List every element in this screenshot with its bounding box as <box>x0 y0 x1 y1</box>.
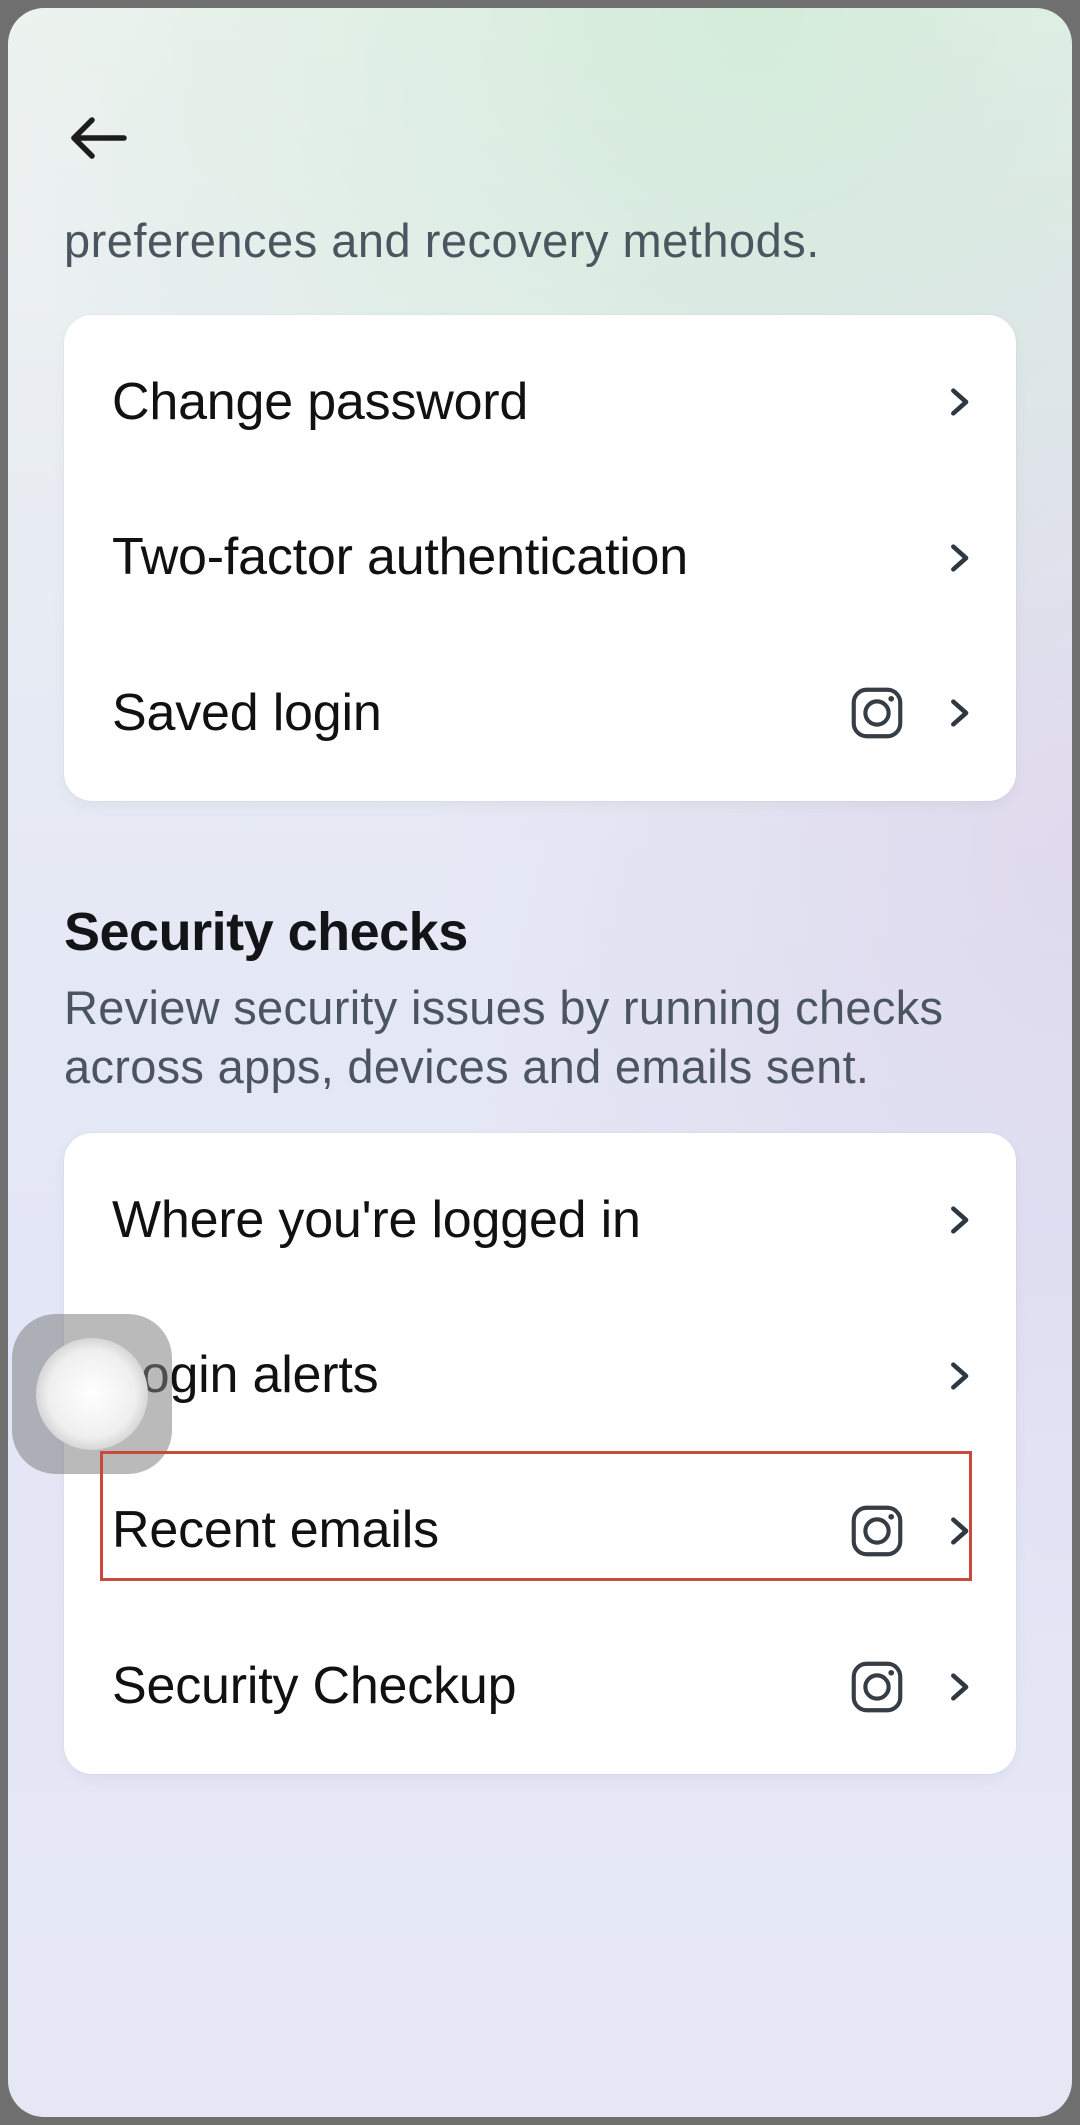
chevron-right-icon <box>942 1514 976 1548</box>
assistive-widget-dot-icon <box>36 1338 148 1450</box>
row-login-alerts[interactable]: Login alerts <box>64 1298 1016 1453</box>
row-change-password-icons <box>942 385 976 419</box>
row-recent-emails-label: Recent emails <box>112 1499 826 1562</box>
row-security-checkup-label: Security Checkup <box>112 1655 826 1718</box>
chevron-right-icon <box>942 385 976 419</box>
security-checks-section-header: Security checks Review security issues b… <box>8 901 1072 1097</box>
row-two-factor-authentication-label: Two-factor authentication <box>112 526 922 589</box>
chevron-right-icon <box>942 1359 976 1393</box>
section-subtitle: Review security issues by running checks… <box>64 979 1016 1097</box>
row-change-password-label: Change password <box>112 371 922 434</box>
instagram-icon <box>846 682 908 744</box>
section-title: Security checks <box>64 901 1016 963</box>
instagram-icon <box>846 1656 908 1718</box>
chevron-right-icon <box>942 1203 976 1237</box>
row-change-password[interactable]: Change password <box>64 325 1016 480</box>
security-checks-card: Where you're logged in Login alerts Recent… <box>64 1133 1016 1775</box>
chevron-right-icon <box>942 1670 976 1704</box>
row-recent-emails[interactable]: Recent emails <box>64 1453 1016 1608</box>
row-security-checkup[interactable]: Security Checkup <box>64 1609 1016 1764</box>
row-where-you-re-logged-in[interactable]: Where you're logged in <box>64 1143 1016 1298</box>
row-security-checkup-icons <box>846 1656 976 1718</box>
row-login-alerts-icons <box>942 1359 976 1393</box>
row-saved-login-label: Saved login <box>112 682 826 745</box>
row-recent-emails-icons <box>846 1500 976 1562</box>
chevron-right-icon <box>942 541 976 575</box>
row-saved-login-icons <box>846 682 976 744</box>
row-where-you-re-logged-in-icons <box>942 1203 976 1237</box>
arrow-left-icon <box>66 114 130 162</box>
chevron-right-icon <box>942 696 976 730</box>
assistive-widget[interactable] <box>12 1314 172 1474</box>
instagram-icon <box>846 1500 908 1562</box>
back-button[interactable] <box>64 104 132 172</box>
row-login-alerts-label: Login alerts <box>112 1344 922 1407</box>
row-two-factor-authentication-icons <box>942 541 976 575</box>
settings-screen: preferences and recovery methods. Change… <box>8 8 1072 2117</box>
row-saved-login[interactable]: Saved login <box>64 636 1016 791</box>
login-security-card: Change password Two-factor authentication… <box>64 315 1016 801</box>
page-subtitle: preferences and recovery methods. <box>8 172 1072 271</box>
device-frame: preferences and recovery methods. Change… <box>8 8 1072 2117</box>
row-two-factor-authentication[interactable]: Two-factor authentication <box>64 480 1016 635</box>
row-where-you-re-logged-in-label: Where you're logged in <box>112 1189 922 1252</box>
